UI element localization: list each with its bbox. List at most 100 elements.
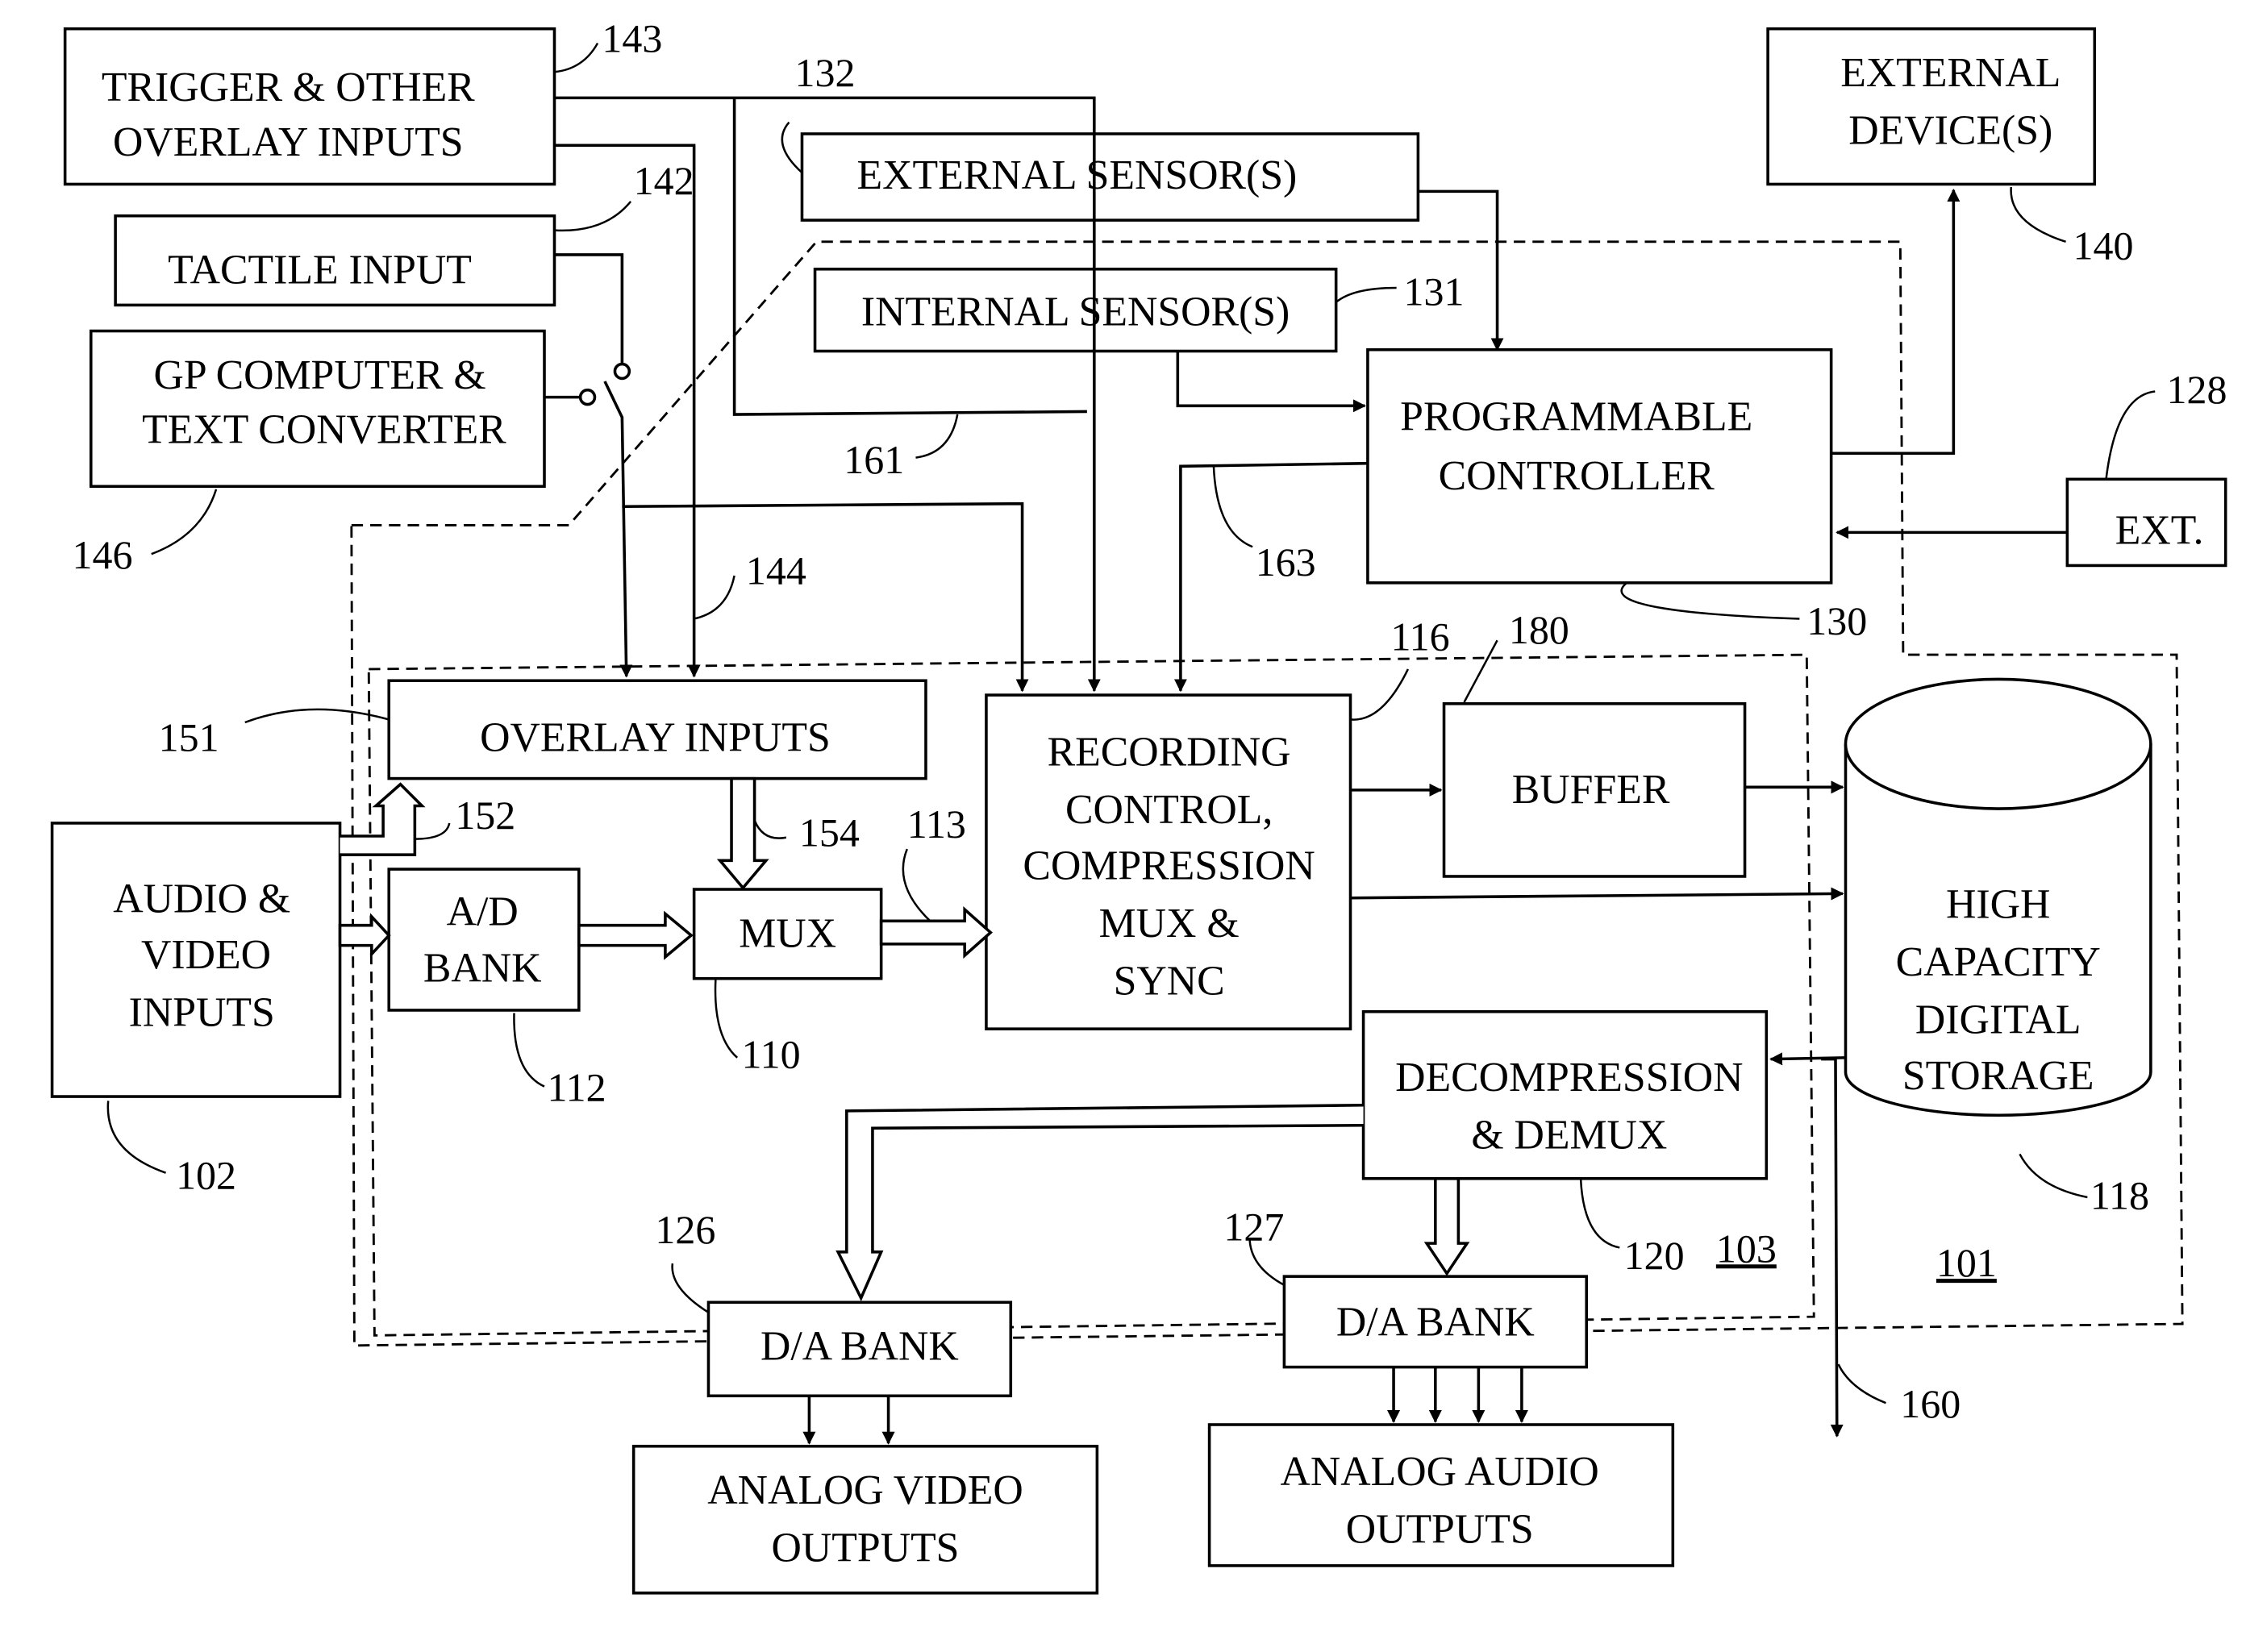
da-bank-audio-block: D/A BANK [1282, 1275, 1589, 1369]
overlay-to-mux-bus-arrow [716, 776, 769, 891]
block-label: OVERLAY INPUTS [113, 119, 464, 165]
block-label: DECOMPRESSION [1395, 1055, 1743, 1101]
ref-146: 146 [73, 532, 133, 577]
block-label: ANALOG AUDIO [1281, 1449, 1599, 1495]
block-label: OVERLAY INPUTS [480, 715, 831, 761]
ref-132: 132 [795, 50, 856, 95]
ref-103: 103 [1716, 1225, 1777, 1271]
external-devices-block: EXTERNAL DEVICE(S) [1766, 27, 2097, 186]
block-label: D/A BANK [1336, 1299, 1535, 1345]
ref-101: 101 [1936, 1240, 1997, 1285]
block-label: TRIGGER & OTHER [102, 64, 475, 110]
block-label: BUFFER [1512, 767, 1670, 813]
ref-102: 102 [176, 1152, 236, 1197]
ref-154: 154 [799, 809, 860, 855]
ref-142: 142 [634, 158, 694, 203]
ad-to-mux-bus-arrow [577, 910, 694, 960]
ref-163: 163 [1256, 539, 1316, 585]
ref-144: 144 [746, 548, 806, 593]
ext-block: EXT. [2065, 477, 2227, 568]
leader-180 [1463, 639, 1498, 703]
internal-sensors-block: INTERNAL SENSOR(S) [813, 267, 1338, 353]
leader-118 [2019, 1153, 2088, 1199]
block-label: MUX & [1099, 901, 1240, 947]
mux-to-recording-bus-arrow [879, 906, 993, 959]
ref-110: 110 [742, 1031, 801, 1076]
block-label: ANALOG VIDEO [707, 1467, 1023, 1513]
leader-120 [1579, 1178, 1620, 1249]
ref-120: 120 [1624, 1233, 1685, 1278]
switch-contact-icon [613, 362, 631, 381]
external-sensors-block: EXTERNAL SENSOR(S) [800, 132, 1420, 222]
storage-block: HIGH CAPACITY DIGITAL STORAGE [1844, 677, 2152, 1117]
block-label: EXTERNAL SENSOR(S) [856, 152, 1297, 198]
block-label: D/A BANK [760, 1324, 959, 1370]
switch-to-overlay-line [603, 381, 633, 678]
block-label: EXT. [2115, 508, 2204, 554]
int-sensor-to-controller-line [1176, 351, 1366, 413]
ref-126: 126 [655, 1207, 715, 1252]
ref-116: 116 [1390, 614, 1449, 660]
ref-118: 118 [2090, 1172, 2149, 1217]
controller-to-devices-line [1831, 188, 1961, 456]
block-label: CONTROL, [1065, 787, 1273, 833]
block-label: VIDEO [141, 932, 271, 978]
recording-to-storage-line [1350, 887, 1844, 901]
block-label: OUTPUTS [1346, 1506, 1534, 1552]
leader-128 [2105, 390, 2156, 480]
leader-142 [554, 201, 632, 232]
leader-112 [513, 1013, 545, 1088]
ref-113: 113 [907, 801, 966, 847]
block-label: & DEMUX [1471, 1112, 1667, 1158]
block-label: INTERNAL SENSOR(S) [861, 289, 1290, 335]
gp-computer-block: GP COMPUTER & TEXT CONVERTER [89, 329, 546, 489]
block-diagram: TRIGGER & OTHER OVERLAY INPUTS TACTILE I… [50, 15, 2227, 1595]
overlay-inputs-block: OVERLAY INPUTS [387, 679, 927, 780]
leader-143 [554, 42, 599, 73]
block-label: SYNC [1114, 958, 1225, 1004]
leader-131 [1335, 286, 1397, 303]
programmable-controller-block: PROGRAMMABLE CONTROLLER [1366, 347, 1833, 585]
leader-151 [244, 708, 390, 724]
analog-audio-outputs-block: ANALOG AUDIO OUTPUTS [1207, 1423, 1675, 1567]
av-inputs-block: AUDIO & VIDEO INPUTS [50, 822, 342, 1098]
block-label: A/D [447, 889, 519, 935]
leader-116 [1350, 668, 1410, 721]
ref-151: 151 [159, 715, 219, 760]
leader-163 [1212, 466, 1253, 548]
block-label: AUDIO & [113, 876, 290, 922]
block-label: COMPRESSION [1023, 843, 1315, 889]
switch-to-recording-line [622, 501, 1029, 693]
recording-control-block: RECORDING CONTROL, COMPRESSION MUX & SYN… [985, 693, 1352, 1030]
block-label: RECORDING [1048, 730, 1291, 776]
block-label: DIGITAL [1915, 997, 2081, 1043]
leader-140 [2010, 186, 2066, 243]
ref-152: 152 [455, 793, 515, 838]
block-label: EXTERNAL [1840, 50, 2061, 96]
av-to-ad-bus-arrow [338, 913, 391, 958]
storage-cylinder-top [1844, 677, 2152, 810]
switch-contact-icon [578, 388, 597, 406]
ref-127: 127 [1223, 1205, 1284, 1250]
da-bank-video-block: D/A BANK [706, 1300, 1013, 1398]
ref-180: 180 [1509, 607, 1569, 652]
block-label: BANK [423, 945, 542, 991]
output-160-line [1821, 1057, 1844, 1438]
block-label: HIGH [1946, 882, 2050, 928]
ref-143: 143 [602, 15, 662, 60]
block-label: CAPACITY [1896, 939, 2101, 985]
leader-146 [151, 489, 218, 556]
block-label: CONTROLLER [1439, 453, 1715, 499]
leader-126 [671, 1263, 710, 1313]
leader-160 [1837, 1363, 1886, 1404]
leader-152 [415, 822, 451, 840]
leader-110 [714, 978, 738, 1059]
ref-128: 128 [2167, 367, 2227, 412]
tactile-input-block: TACTILE INPUT [114, 214, 556, 307]
leader-144 [694, 575, 735, 620]
ref-112: 112 [548, 1064, 606, 1109]
leader-130 [1620, 581, 1800, 620]
ref-131: 131 [1404, 268, 1465, 314]
analog-video-outputs-block: ANALOG VIDEO OUTPUTS [631, 1444, 1099, 1595]
ref-130: 130 [1806, 598, 1867, 643]
